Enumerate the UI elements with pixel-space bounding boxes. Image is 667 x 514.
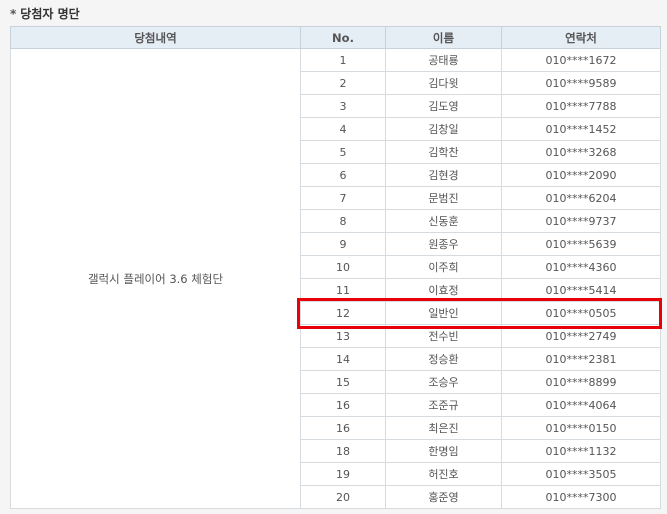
cell-no: 6 [300, 163, 386, 187]
cell-phone: 010****0505 [501, 301, 661, 325]
cell-no: 12 [300, 301, 386, 325]
cell-no: 10 [300, 255, 386, 279]
cell-phone: 010****7300 [501, 485, 661, 509]
cell-no: 15 [300, 370, 386, 394]
cell-name: 일반인 [385, 301, 502, 325]
cell-phone: 010****2749 [501, 324, 661, 348]
cell-name: 한명임 [385, 439, 502, 463]
cell-no: 11 [300, 278, 386, 302]
cell-phone: 010****3268 [501, 140, 661, 164]
cell-phone: 010****8899 [501, 370, 661, 394]
header-name: 이름 [385, 26, 502, 49]
cell-no: 14 [300, 347, 386, 371]
cell-name: 정승환 [385, 347, 502, 371]
cell-name: 조승우 [385, 370, 502, 394]
cell-phone: 010****6204 [501, 186, 661, 210]
header-phone: 연락처 [501, 26, 661, 49]
cell-phone: 010****9589 [501, 71, 661, 95]
cell-name: 김현경 [385, 163, 502, 187]
cell-no: 2 [300, 71, 386, 95]
cell-name: 신동훈 [385, 209, 502, 233]
cell-name: 문범진 [385, 186, 502, 210]
cell-no: 5 [300, 140, 386, 164]
cell-phone: 010****2090 [501, 163, 661, 187]
cell-phone: 010****2381 [501, 347, 661, 371]
header-no: No. [300, 26, 386, 49]
cell-name: 김도영 [385, 94, 502, 118]
cell-phone: 010****7788 [501, 94, 661, 118]
cell-phone: 010****1132 [501, 439, 661, 463]
header-prize: 당첨내역 [10, 26, 301, 49]
winners-table: 당첨내역 No. 이름 연락처 갤럭시 플레이어 3.6 체험단 1 공태룡 010*… [10, 26, 661, 509]
prize-cell: 갤럭시 플레이어 3.6 체험단 [10, 48, 301, 509]
cell-phone: 010****0150 [501, 416, 661, 440]
cell-no: 4 [300, 117, 386, 141]
cell-phone: 010****4360 [501, 255, 661, 279]
cell-no: 16 [300, 393, 386, 417]
cell-no: 16 [300, 416, 386, 440]
cell-no: 18 [300, 439, 386, 463]
cell-name: 원종우 [385, 232, 502, 256]
cell-phone: 010****3505 [501, 462, 661, 486]
cell-no: 1 [300, 48, 386, 72]
cell-no: 13 [300, 324, 386, 348]
table-body: 갤럭시 플레이어 3.6 체험단 1 공태룡 010****1672 2 김다윗 010**… [10, 48, 661, 509]
cell-no: 8 [300, 209, 386, 233]
cell-phone: 010****5639 [501, 232, 661, 256]
cell-name: 허진호 [385, 462, 502, 486]
section-title: * 당첨자 명단 [10, 4, 80, 24]
cell-phone: 010****1672 [501, 48, 661, 72]
cell-no: 9 [300, 232, 386, 256]
cell-no: 7 [300, 186, 386, 210]
bullet-marker: * [10, 7, 17, 21]
cell-name: 홍준영 [385, 485, 502, 509]
cell-no: 20 [300, 485, 386, 509]
cell-name: 전수빈 [385, 324, 502, 348]
cell-name: 김다윗 [385, 71, 502, 95]
cell-no: 19 [300, 462, 386, 486]
cell-name: 조준규 [385, 393, 502, 417]
cell-name: 김창일 [385, 117, 502, 141]
cell-no: 3 [300, 94, 386, 118]
cell-phone: 010****9737 [501, 209, 661, 233]
table-row: 갤럭시 플레이어 3.6 체험단 1 공태룡 010****1672 [10, 48, 661, 509]
cell-name: 최은진 [385, 416, 502, 440]
cell-phone: 010****5414 [501, 278, 661, 302]
cell-name: 이효정 [385, 278, 502, 302]
cell-name: 김학찬 [385, 140, 502, 164]
section-title-text: 당첨자 명단 [20, 7, 80, 21]
cell-phone: 010****1452 [501, 117, 661, 141]
cell-name: 공태룡 [385, 48, 502, 72]
cell-name: 이주희 [385, 255, 502, 279]
cell-phone: 010****4064 [501, 393, 661, 417]
table-header-row: 당첨내역 No. 이름 연락처 [10, 26, 661, 49]
